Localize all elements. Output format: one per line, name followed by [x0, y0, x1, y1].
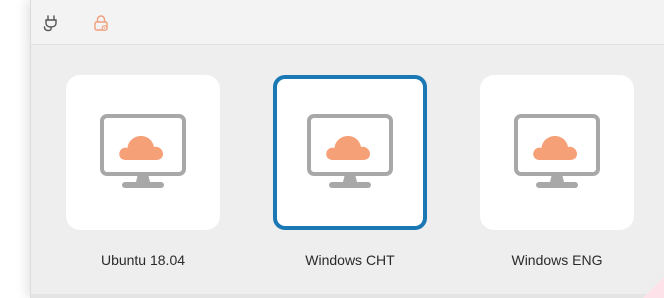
vm-grid: Ubuntu 18.04 Windows CHT Windows ENG — [31, 45, 664, 298]
vm-card[interactable] — [480, 75, 634, 230]
monitor-cloud-icon — [307, 113, 393, 188]
lock-icon[interactable] — [91, 13, 111, 33]
vm-name: Windows ENG — [511, 252, 603, 268]
plug-icon[interactable] — [41, 13, 61, 33]
vm-item-windows-eng[interactable]: Windows ENG — [480, 75, 634, 268]
vm-card-selected[interactable] — [273, 75, 427, 230]
window-bottom-edge — [31, 294, 664, 298]
vm-name: Ubuntu 18.04 — [100, 252, 186, 268]
corner-accent — [643, 276, 664, 298]
vm-card[interactable] — [66, 75, 220, 230]
vm-item-ubuntu[interactable]: Ubuntu 18.04 — [66, 75, 220, 268]
toolbar — [31, 0, 664, 45]
vm-item-windows-cht[interactable]: Windows CHT — [273, 75, 427, 268]
monitor-cloud-icon — [514, 113, 600, 188]
vm-name: Windows CHT — [305, 252, 395, 268]
app-window: Ubuntu 18.04 Windows CHT Windows ENG — [30, 0, 664, 298]
monitor-cloud-icon — [100, 113, 186, 188]
